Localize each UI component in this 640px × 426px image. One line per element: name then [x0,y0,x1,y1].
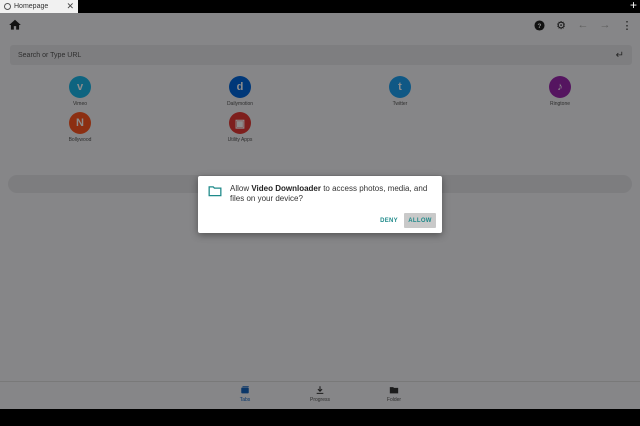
deny-button[interactable]: DENY [376,213,402,228]
message-prefix: Allow [230,184,252,193]
allow-button[interactable]: ALLOW [404,213,436,228]
permission-message: Allow Video Downloader to access photos,… [230,184,436,204]
tab-title: Homepage [14,3,49,10]
system-bar [0,409,640,426]
folder-icon [208,186,222,197]
permission-dialog: Allow Video Downloader to access photos,… [198,176,442,233]
globe-icon [4,3,11,10]
app-name: Video Downloader [251,184,321,193]
tab-homepage[interactable]: Homepage ✕ [0,0,78,13]
new-tab-icon[interactable]: + [630,0,637,12]
close-icon[interactable]: ✕ [66,2,74,11]
tab-strip: Homepage ✕ + [0,0,640,13]
